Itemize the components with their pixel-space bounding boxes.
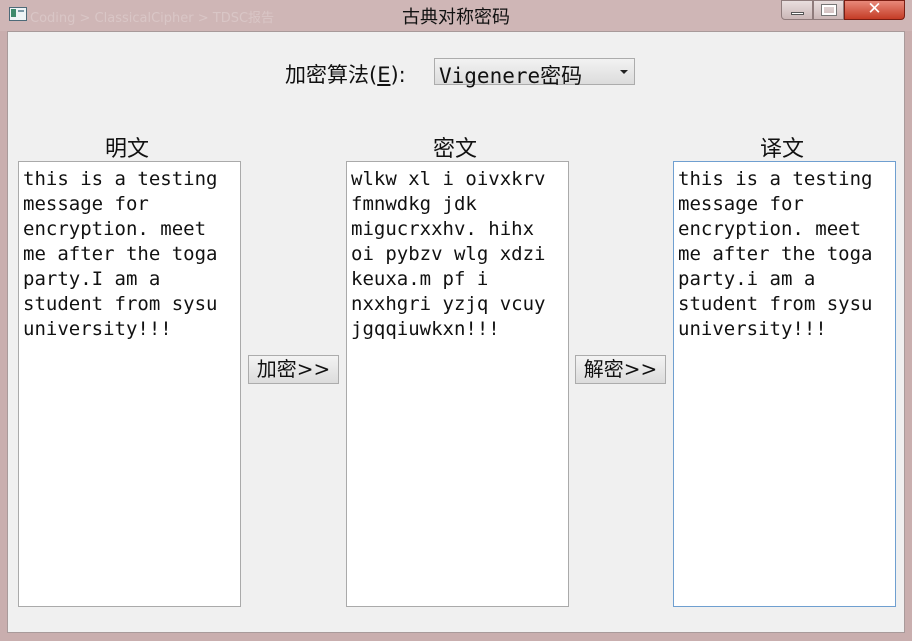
algorithm-label-accelerator: E — [377, 63, 391, 87]
algorithm-select[interactable]: Vigenere密码 — [434, 58, 635, 88]
minimize-icon — [791, 12, 804, 15]
decrypted-title: 译文 — [760, 137, 805, 162]
title-bar[interactable]: Coding > ClassicalCipher > TDSC报告 古典对称密码… — [0, 0, 912, 31]
window-title: 古典对称密码 — [402, 7, 510, 28]
close-icon: ✕ — [867, 0, 882, 19]
algorithm-label-suffix: ): — [390, 63, 406, 87]
algorithm-select-value: Vigenere密码 — [439, 64, 583, 88]
decrypt-button[interactable]: 解密>> — [575, 355, 666, 384]
ciphertext-textarea[interactable]: wlkw xl i oivxkrv fmnwdkg jdk migucrxxhv… — [346, 161, 569, 607]
minimize-button[interactable] — [781, 0, 813, 20]
maximize-icon — [821, 4, 837, 16]
close-button[interactable]: ✕ — [844, 0, 905, 20]
algorithm-label: 加密算法(E): — [285, 59, 406, 89]
maximize-button[interactable] — [813, 0, 844, 20]
ciphertext-title: 密文 — [433, 137, 478, 162]
plaintext-textarea[interactable]: this is a testing message for encryption… — [18, 161, 241, 607]
decrypted-textarea[interactable]: this is a testing message for encryption… — [673, 161, 896, 607]
encrypt-button[interactable]: 加密>> — [248, 355, 339, 384]
algorithm-label-prefix: 加密算法( — [285, 63, 378, 87]
chevron-down-icon[interactable] — [620, 70, 628, 74]
plaintext-title: 明文 — [105, 137, 150, 162]
